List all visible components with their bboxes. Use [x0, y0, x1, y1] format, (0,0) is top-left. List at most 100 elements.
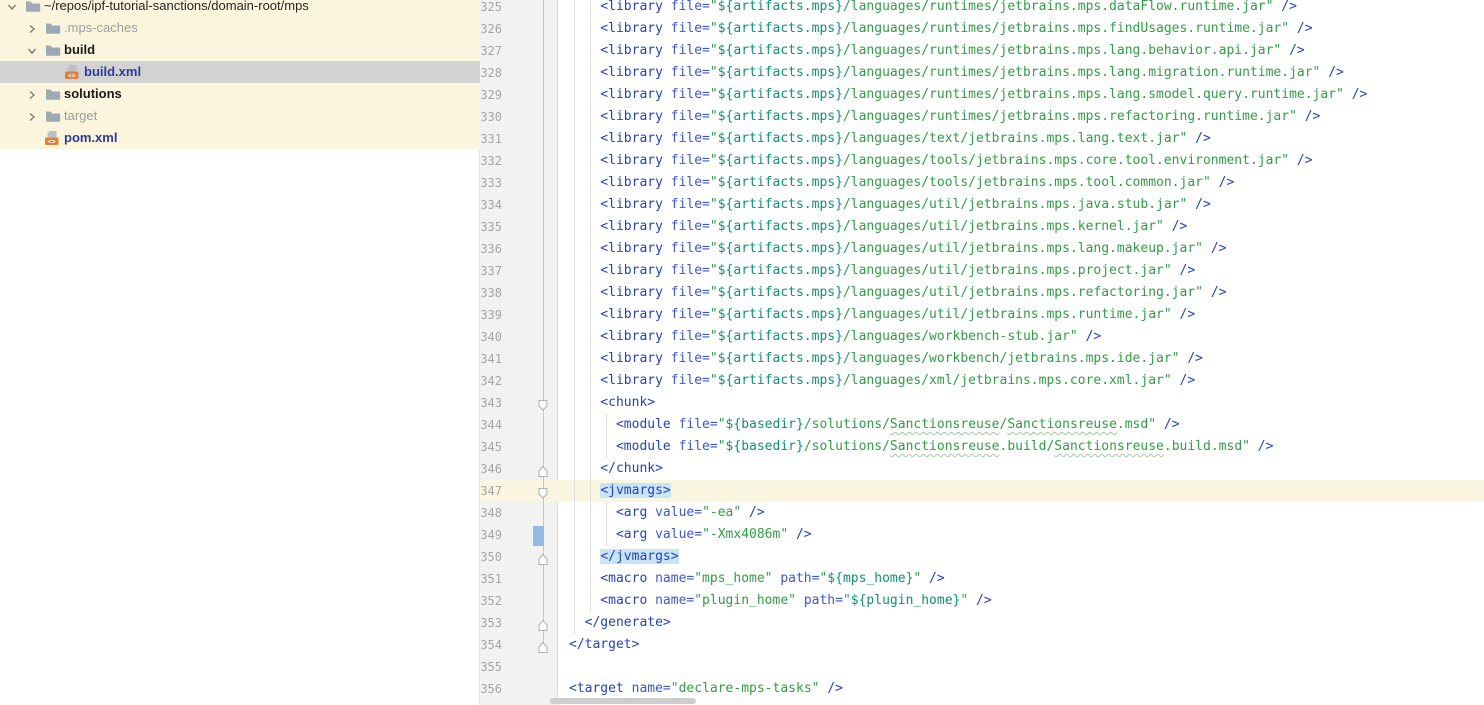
- fold-region-end-icon[interactable]: [537, 463, 549, 476]
- tree-item--repos-ipf-tutorial-sanctions-domain-root-mps[interactable]: ~/repos/ipf-tutorial-sanctions/domain-ro…: [0, 0, 480, 17]
- line-number: 341: [480, 348, 502, 370]
- code-line-341[interactable]: <library file="${artifacts.mps}/language…: [569, 348, 1203, 370]
- code-line-356[interactable]: <target name="declare-mps-tasks" />: [569, 678, 843, 700]
- fold-guide-line: [543, 0, 544, 645]
- code-line-335[interactable]: <library file="${artifacts.mps}/language…: [569, 216, 1187, 238]
- line-number: 350: [480, 546, 502, 568]
- line-number: 330: [480, 106, 502, 128]
- tree-item-build[interactable]: build: [0, 39, 480, 61]
- code-line-339[interactable]: <library file="${artifacts.mps}/language…: [569, 304, 1195, 326]
- line-number: 328: [480, 62, 502, 84]
- code-editor[interactable]: 325 <library file="${artifacts.mps}/lang…: [480, 0, 1484, 705]
- code-line-336[interactable]: <library file="${artifacts.mps}/language…: [569, 238, 1226, 260]
- code-line-346[interactable]: </chunk>: [569, 458, 663, 480]
- line-number: 354: [480, 634, 502, 656]
- tree-item-solutions[interactable]: solutions: [0, 83, 480, 105]
- ide-window: ~/repos/ipf-tutorial-sanctions/domain-ro…: [0, 0, 1484, 705]
- tree-item-label: ~/repos/ipf-tutorial-sanctions/domain-ro…: [44, 0, 309, 17]
- fold-region-end-icon[interactable]: [537, 639, 549, 652]
- code-line-326[interactable]: <library file="${artifacts.mps}/language…: [569, 18, 1313, 40]
- fold-region-end-icon[interactable]: [537, 551, 549, 564]
- fold-region-start-icon[interactable]: [537, 485, 549, 498]
- chevron-right-icon[interactable]: [26, 22, 38, 34]
- code-line-343[interactable]: <chunk>: [569, 392, 655, 414]
- code-line-348[interactable]: <arg value="-ea" />: [569, 502, 765, 524]
- line-number: 331: [480, 128, 502, 150]
- code-line-354[interactable]: </target>: [569, 634, 639, 656]
- code-line-334[interactable]: <library file="${artifacts.mps}/language…: [569, 194, 1211, 216]
- folder-icon: [44, 42, 62, 58]
- tree-item-target[interactable]: target: [0, 105, 480, 127]
- code-line-340[interactable]: <library file="${artifacts.mps}/language…: [569, 326, 1101, 348]
- tree-item-label: build.xml: [84, 61, 141, 83]
- line-number: 345: [480, 436, 502, 458]
- line-number: 332: [480, 150, 502, 172]
- tree-item-pom.xml[interactable]: <> pom.xml: [0, 127, 480, 149]
- line-number: 327: [480, 40, 502, 62]
- line-number: 326: [480, 18, 502, 40]
- line-number: 340: [480, 326, 502, 348]
- line-number: 352: [480, 590, 502, 612]
- folder-icon: [44, 108, 62, 124]
- line-number: 344: [480, 414, 502, 436]
- folder-icon: [24, 0, 42, 14]
- line-number: 333: [480, 172, 502, 194]
- line-number: 325: [480, 0, 502, 18]
- line-number: 337: [480, 260, 502, 282]
- fold-region-end-icon[interactable]: [537, 617, 549, 630]
- code-line-352[interactable]: <macro name="plugin_home" path="${plugin…: [569, 590, 992, 612]
- code-line-330[interactable]: <library file="${artifacts.mps}/language…: [569, 106, 1320, 128]
- svg-text:<>: <>: [68, 71, 76, 79]
- chevron-right-icon[interactable]: [26, 88, 38, 100]
- line-number: 334: [480, 194, 502, 216]
- fold-region-start-icon[interactable]: [537, 397, 549, 410]
- line-number: 339: [480, 304, 502, 326]
- code-line-338[interactable]: <library file="${artifacts.mps}/language…: [569, 282, 1226, 304]
- chevron-down-icon[interactable]: [26, 44, 38, 56]
- folder-icon: [44, 86, 62, 102]
- gutter-change-marker[interactable]: [533, 526, 544, 546]
- tree-item-.mps-caches[interactable]: .mps-caches: [0, 17, 480, 39]
- code-line-327[interactable]: <library file="${artifacts.mps}/language…: [569, 40, 1305, 62]
- code-line-351[interactable]: <macro name="mps_home" path="${mps_home}…: [569, 568, 945, 590]
- line-number: 353: [480, 612, 502, 634]
- tree-item-label: target: [64, 105, 97, 127]
- project-tree: ~/repos/ipf-tutorial-sanctions/domain-ro…: [0, 0, 480, 705]
- tree-item-label: build: [64, 39, 95, 61]
- svg-text:<>: <>: [48, 137, 56, 145]
- code-line-349[interactable]: <arg value="-Xmx4086m" />: [569, 524, 812, 546]
- code-line-342[interactable]: <library file="${artifacts.mps}/language…: [569, 370, 1195, 392]
- code-line-344[interactable]: <module file="${basedir}/solutions/Sanct…: [569, 414, 1180, 436]
- chevron-right-icon[interactable]: [26, 110, 38, 122]
- ant-build-file-icon: <>: [64, 64, 82, 80]
- code-line-353[interactable]: </generate>: [569, 612, 671, 634]
- tree-item-label: .mps-caches: [64, 17, 138, 39]
- line-number: 335: [480, 216, 502, 238]
- line-number: 355: [480, 656, 502, 678]
- line-number: 348: [480, 502, 502, 524]
- code-line-347[interactable]: <jvmargs>: [569, 480, 671, 502]
- folder-icon: [44, 20, 62, 36]
- line-number: 338: [480, 282, 502, 304]
- line-number: 336: [480, 238, 502, 260]
- line-number: 343: [480, 392, 502, 414]
- tree-item-label: pom.xml: [64, 127, 117, 149]
- code-line-331[interactable]: <library file="${artifacts.mps}/language…: [569, 128, 1211, 150]
- code-line-333[interactable]: <library file="${artifacts.mps}/language…: [569, 172, 1234, 194]
- horizontal-scrollbar-thumb[interactable]: [550, 698, 696, 704]
- code-line-332[interactable]: <library file="${artifacts.mps}/language…: [569, 150, 1313, 172]
- tree-item-build.xml[interactable]: <> build.xml: [0, 61, 480, 83]
- line-number: 351: [480, 568, 502, 590]
- line-number: 346: [480, 458, 502, 480]
- line-number: 329: [480, 84, 502, 106]
- code-line-345[interactable]: <module file="${basedir}/solutions/Sanct…: [569, 436, 1273, 458]
- code-line-328[interactable]: <library file="${artifacts.mps}/language…: [569, 62, 1344, 84]
- code-line-329[interactable]: <library file="${artifacts.mps}/language…: [569, 84, 1367, 106]
- tree-item-label: solutions: [64, 83, 122, 105]
- code-line-337[interactable]: <library file="${artifacts.mps}/language…: [569, 260, 1195, 282]
- code-line-325[interactable]: <library file="${artifacts.mps}/language…: [569, 0, 1297, 18]
- line-number: 349: [480, 524, 502, 546]
- chevron-down-icon[interactable]: [6, 0, 18, 12]
- code-line-350[interactable]: </jvmargs>: [569, 546, 679, 568]
- line-number: 347: [480, 480, 502, 502]
